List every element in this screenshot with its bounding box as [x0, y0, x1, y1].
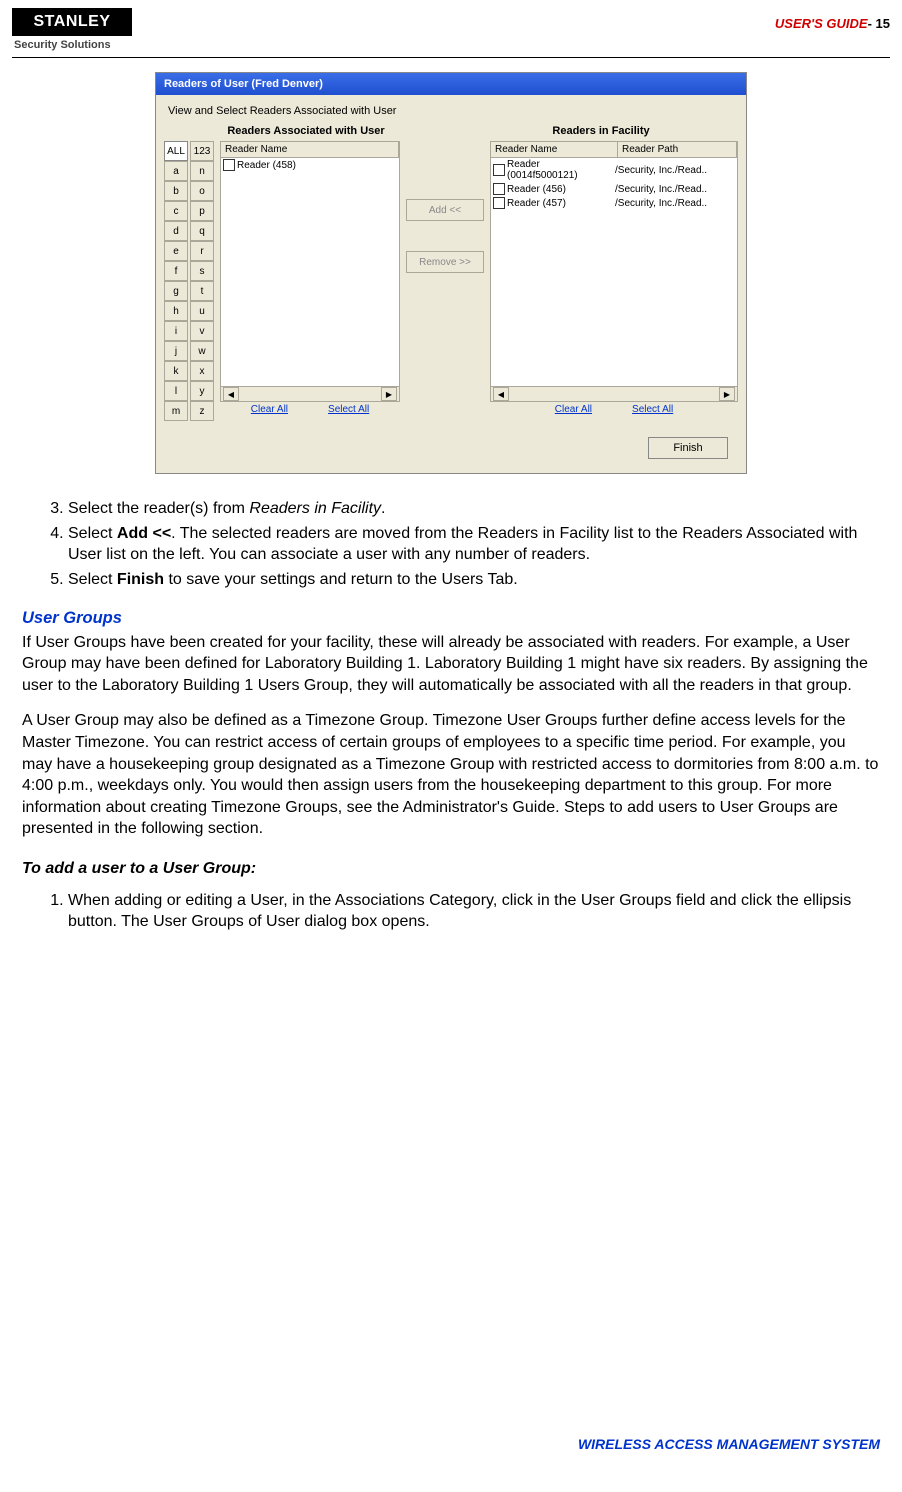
alpha-l[interactable]: l [164, 381, 188, 401]
alpha-o[interactable]: o [190, 181, 214, 201]
footer-text: WIRELESS ACCESS MANAGEMENT SYSTEM [578, 1436, 880, 1452]
alpha-i[interactable]: i [164, 321, 188, 341]
guide-title: USER'S GUIDE- 15 [775, 8, 890, 31]
page-number: - 15 [868, 16, 890, 31]
logo-subtitle: Security Solutions [12, 36, 132, 57]
logo-block: STANLEY Security Solutions [12, 8, 132, 57]
alpha-b[interactable]: b [164, 181, 188, 201]
dialog-readers-of-user: Readers of User (Fred Denver) View and S… [155, 72, 747, 474]
document-body: Select the reader(s) from Readers in Fac… [0, 474, 902, 936]
heading-add-user-to-group: To add a user to a User Group: [22, 858, 880, 880]
alpha-y[interactable]: y [190, 381, 214, 401]
checkbox-icon[interactable] [493, 164, 505, 176]
alpha-j[interactable]: j [164, 341, 188, 361]
checkbox-icon[interactable] [493, 197, 505, 209]
paragraph: If User Groups have been created for you… [22, 632, 880, 697]
text: Select [68, 525, 117, 542]
alpha-w[interactable]: w [190, 341, 214, 361]
alpha-c[interactable]: c [164, 201, 188, 221]
col-reader-name-left[interactable]: Reader Name [221, 142, 399, 157]
add-button[interactable]: Add << [406, 199, 484, 221]
checkbox-icon[interactable] [223, 159, 235, 171]
select-all-link-left[interactable]: Select All [328, 404, 369, 415]
finish-button[interactable]: Finish [648, 437, 728, 459]
alpha-x[interactable]: x [190, 361, 214, 381]
guide-label: USER'S GUIDE [775, 16, 868, 31]
reader-name-cell: Reader (0014f5000121) [507, 159, 613, 181]
reader-path-cell: /Security, Inc./Read.. [615, 165, 707, 176]
header-divider [12, 57, 890, 58]
reader-name-cell: Reader (458) [237, 160, 296, 171]
reader-name-cell: Reader (456) [507, 184, 613, 195]
alpha-123[interactable]: 123 [190, 141, 214, 161]
alpha-u[interactable]: u [190, 301, 214, 321]
text: Select [68, 571, 117, 588]
alpha-all[interactable]: ALL [164, 141, 188, 161]
alpha-r[interactable]: r [190, 241, 214, 261]
remove-button[interactable]: Remove >> [406, 251, 484, 273]
alpha-col2: 123 n o p q r s t u v w x y z [190, 141, 214, 421]
step-4: Select Add <<. The selected readers are … [68, 523, 880, 569]
add-step-1: When adding or editing a User, in the As… [68, 890, 880, 936]
list-readers-associated[interactable]: Reader Name Reader (458) ◀ ▶ [220, 141, 400, 402]
reader-path-cell: /Security, Inc./Read.. [615, 198, 707, 209]
alpha-t[interactable]: t [190, 281, 214, 301]
reader-name-cell: Reader (457) [507, 198, 613, 209]
dialog-titlebar: Readers of User (Fred Denver) [156, 73, 746, 95]
alpha-q[interactable]: q [190, 221, 214, 241]
select-all-link-right[interactable]: Select All [632, 404, 673, 415]
scroll-left-icon[interactable]: ◀ [223, 387, 239, 401]
alpha-f[interactable]: f [164, 261, 188, 281]
alpha-a[interactable]: a [164, 161, 188, 181]
scroll-right-icon[interactable]: ▶ [381, 387, 397, 401]
list-item[interactable]: Reader (456) /Security, Inc./Read.. [491, 182, 737, 196]
col-reader-path-right[interactable]: Reader Path [618, 142, 737, 157]
checkbox-icon[interactable] [493, 183, 505, 195]
text-italic: Readers in Facility [249, 500, 381, 517]
logo-stanley: STANLEY [12, 8, 132, 36]
scroll-left-icon[interactable]: ◀ [493, 387, 509, 401]
alpha-h[interactable]: h [164, 301, 188, 321]
step-3: Select the reader(s) from Readers in Fac… [68, 498, 880, 523]
list-item[interactable]: Reader (458) [221, 158, 399, 172]
scroll-right-icon[interactable]: ▶ [719, 387, 735, 401]
list-readers-in-facility[interactable]: Reader Name Reader Path Reader (0014f500… [490, 141, 738, 402]
alpha-n[interactable]: n [190, 161, 214, 181]
reader-path-cell: /Security, Inc./Read.. [615, 184, 707, 195]
list-item[interactable]: Reader (0014f5000121) /Security, Inc./Re… [491, 158, 737, 182]
alpha-k[interactable]: k [164, 361, 188, 381]
alpha-s[interactable]: s [190, 261, 214, 281]
dialog-subtitle: View and Select Readers Associated with … [156, 95, 746, 125]
heading-readers-in-facility: Readers in Facility [456, 125, 746, 137]
paragraph: A User Group may also be defined as a Ti… [22, 710, 880, 840]
heading-readers-associated: Readers Associated with User [156, 125, 456, 137]
alpha-g[interactable]: g [164, 281, 188, 301]
step-5: Select Finish to save your settings and … [68, 569, 880, 594]
text: to save your settings and return to the … [164, 571, 518, 588]
alpha-z[interactable]: z [190, 401, 214, 421]
clear-all-link-right[interactable]: Clear All [555, 404, 592, 415]
clear-all-link-left[interactable]: Clear All [251, 404, 288, 415]
text-bold: Add << [117, 525, 171, 542]
alpha-d[interactable]: d [164, 221, 188, 241]
scrollbar-horizontal[interactable]: ◀ ▶ [491, 386, 737, 401]
alpha-v[interactable]: v [190, 321, 214, 341]
text-bold: Finish [117, 571, 164, 588]
alpha-col1: ALL a b c d e f g h i j k l m [164, 141, 188, 421]
list-item[interactable]: Reader (457) /Security, Inc./Read.. [491, 196, 737, 210]
alpha-p[interactable]: p [190, 201, 214, 221]
alpha-e[interactable]: e [164, 241, 188, 261]
alpha-m[interactable]: m [164, 401, 188, 421]
text: . The selected readers are moved from th… [68, 525, 857, 564]
col-reader-name-right[interactable]: Reader Name [491, 142, 618, 157]
text: Select the reader(s) from [68, 500, 249, 517]
scrollbar-horizontal[interactable]: ◀ ▶ [221, 386, 399, 401]
heading-user-groups: User Groups [22, 607, 880, 629]
text: . [381, 500, 385, 517]
alpha-filter: ALL a b c d e f g h i j k l m [164, 141, 214, 421]
